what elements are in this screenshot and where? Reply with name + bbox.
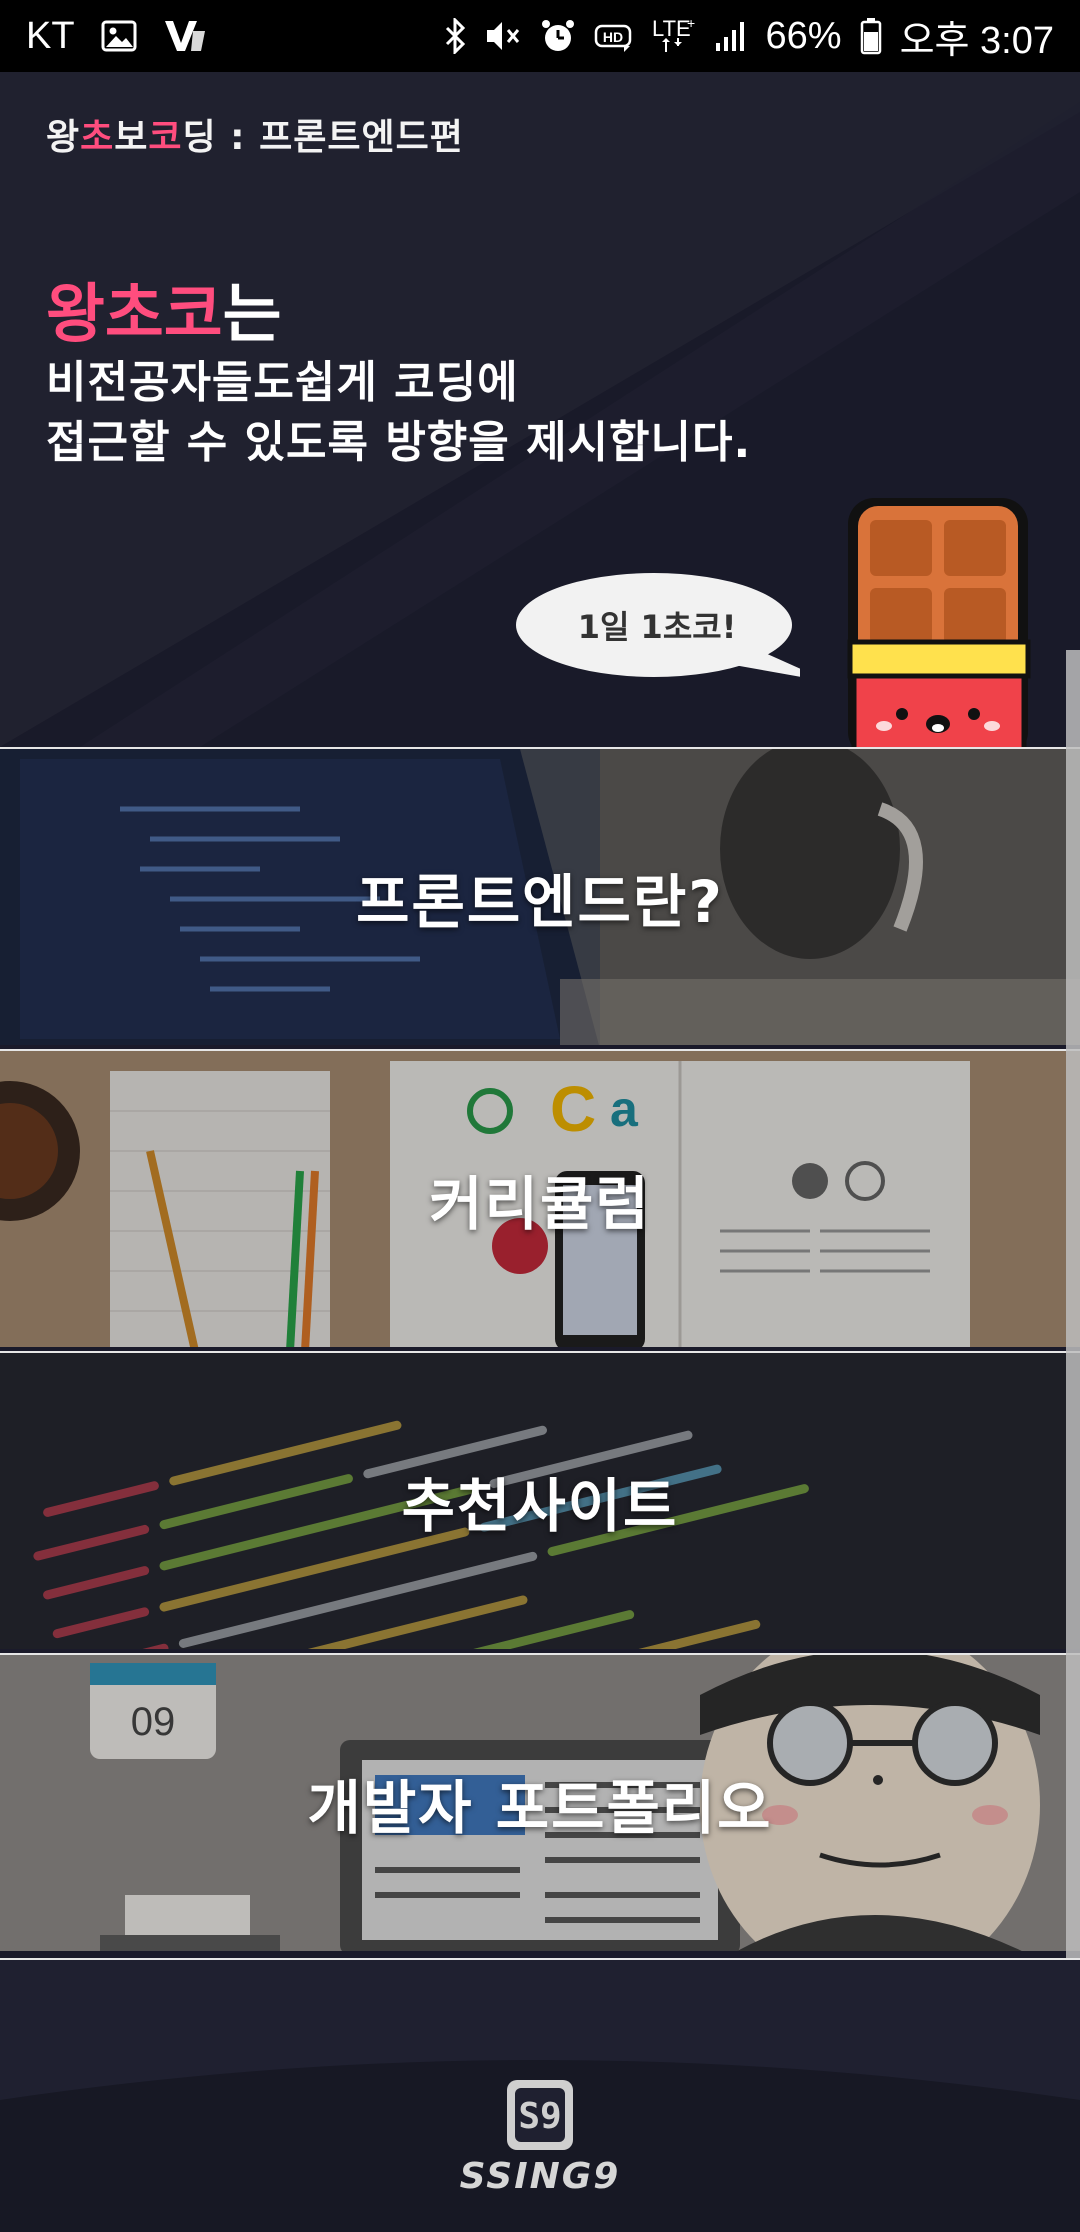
svg-text:+: +	[687, 16, 695, 31]
menu-label: 프론트엔드란?	[356, 868, 724, 936]
battery-icon	[860, 17, 882, 55]
carrier-label: KT	[26, 14, 75, 57]
brand-name: 왕초코	[46, 278, 223, 352]
hero-banner: 왕초보코딩 : 프론트엔드편 왕초코는 비전공자들도쉽게 코딩에 접근할 수 있…	[0, 72, 1080, 747]
brand-suffix: 는	[222, 278, 282, 352]
menu-label: 커리큘럼	[429, 1170, 651, 1238]
app-v-icon	[163, 19, 207, 53]
hero-line-2: 접근할 수 있도록 방향을 제시합니다.	[46, 417, 752, 468]
lte-icon: LTE +	[652, 16, 696, 56]
hd-icon: HD	[594, 20, 634, 52]
chocolate-mascot-icon	[847, 498, 1031, 747]
mute-icon	[484, 18, 522, 54]
logo-mark: S9	[518, 2096, 562, 2137]
svg-text:HD: HD	[602, 29, 622, 45]
battery-percent: 66%	[765, 14, 842, 57]
bluetooth-icon	[444, 18, 466, 54]
status-bar: KT HD LTE + 66% 오후 3:07	[0, 0, 1080, 72]
image-icon	[101, 20, 137, 52]
menu-label: 추천사이트	[401, 1472, 679, 1540]
signal-icon	[714, 19, 748, 53]
svg-text:LTE: LTE	[652, 16, 691, 41]
hero-headline: 왕초코는 비전공자들도쉽게 코딩에 접근할 수 있도록 방향을 제시합니다.	[46, 277, 751, 473]
speech-bubble-text: 1일 1초코!	[577, 608, 737, 646]
menu-item-developer-portfolio[interactable]: 09 개발자 포트폴리오	[0, 1653, 1080, 1951]
clock: 오후 3:07	[899, 19, 1054, 62]
menu-item-curriculum[interactable]: C a 커리큘럼	[0, 1049, 1080, 1347]
menu-label: 개발자 포트폴리오	[307, 1774, 773, 1842]
app-title: 왕초보코딩 : 프론트엔드편	[46, 117, 464, 158]
hero-line-1: 비전공자들도쉽게 코딩에	[46, 357, 519, 408]
alarm-icon	[540, 18, 576, 54]
footer: S9 SSING9	[0, 1958, 1080, 2232]
menu-item-frontend-intro[interactable]: 프론트엔드란?	[0, 747, 1080, 1045]
logo-text: SSING9	[459, 2156, 621, 2197]
menu-item-recommended-sites[interactable]: 추천사이트	[0, 1351, 1080, 1649]
